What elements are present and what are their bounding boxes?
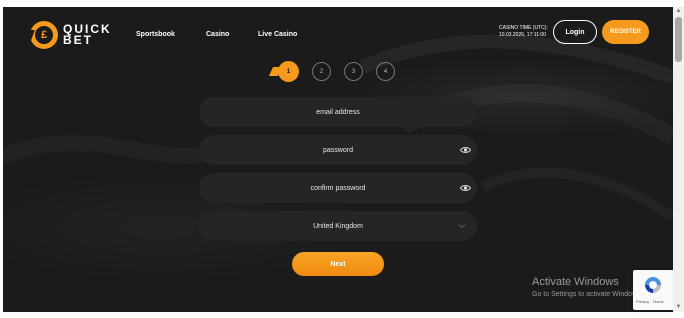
logo-currency-symbol: £ xyxy=(35,26,53,44)
scroll-down-icon[interactable]: ▼ xyxy=(675,304,682,311)
password-field[interactable]: password xyxy=(199,135,477,165)
password-placeholder: password xyxy=(323,146,353,154)
email-placeholder: email address xyxy=(316,108,360,116)
chevron-down-icon xyxy=(458,224,466,229)
scroll-up-icon[interactable]: ▲ xyxy=(675,8,682,15)
quickbet-logo[interactable]: £ QUICK BET xyxy=(30,21,112,49)
country-value: United Kingdom xyxy=(313,222,363,230)
nav-link-sportsbook[interactable]: Sportsbook xyxy=(136,31,175,38)
confirm-password-placeholder: confirm password xyxy=(310,184,366,192)
next-button[interactable]: Next xyxy=(292,252,384,276)
login-button[interactable]: Login xyxy=(553,20,597,44)
step-4: 4 xyxy=(376,62,395,81)
recaptcha-icon xyxy=(645,277,661,293)
browser-viewport: £ QUICK BET Sportsbook Casino Live Casin… xyxy=(3,7,673,312)
register-button[interactable]: REGISTER xyxy=(602,20,649,44)
watermark-title: Activate Windows xyxy=(532,276,619,288)
confirm-password-field[interactable]: confirm password xyxy=(199,173,477,203)
eye-icon[interactable] xyxy=(460,184,471,192)
country-select[interactable]: United Kingdom xyxy=(199,211,477,241)
email-field[interactable]: email address xyxy=(199,97,477,127)
logo-wordmark: QUICK BET xyxy=(63,23,112,47)
scrollbar-thumb[interactable] xyxy=(675,17,682,62)
logo-word-bet: BET xyxy=(63,33,93,47)
casino-time-label: CASINO TIME (UTC): xyxy=(499,25,548,31)
activate-windows-watermark: Activate Windows Go to Settings to activ… xyxy=(532,276,643,298)
step-3: 3 xyxy=(344,62,363,81)
nav-link-casino[interactable]: Casino xyxy=(206,31,229,38)
eye-icon[interactable] xyxy=(460,146,471,154)
recaptcha-badge[interactable]: Privacy - Terms xyxy=(633,270,673,310)
coin-logo-icon: £ xyxy=(30,21,58,49)
watermark-subtitle: Go to Settings to activate Windows. xyxy=(532,291,643,298)
page-scrollbar[interactable]: ▲ ▼ xyxy=(673,7,684,312)
casino-time: CASINO TIME (UTC): 10.03.2026, 17:11:00 xyxy=(499,25,548,39)
nav-link-live-casino[interactable]: Live Casino xyxy=(258,31,297,38)
recaptcha-links[interactable]: Privacy - Terms xyxy=(636,299,663,304)
step-1: 1 xyxy=(278,61,299,82)
step-2: 2 xyxy=(312,62,331,81)
casino-time-value: 10.03.2026, 17:11:00 xyxy=(499,32,546,38)
